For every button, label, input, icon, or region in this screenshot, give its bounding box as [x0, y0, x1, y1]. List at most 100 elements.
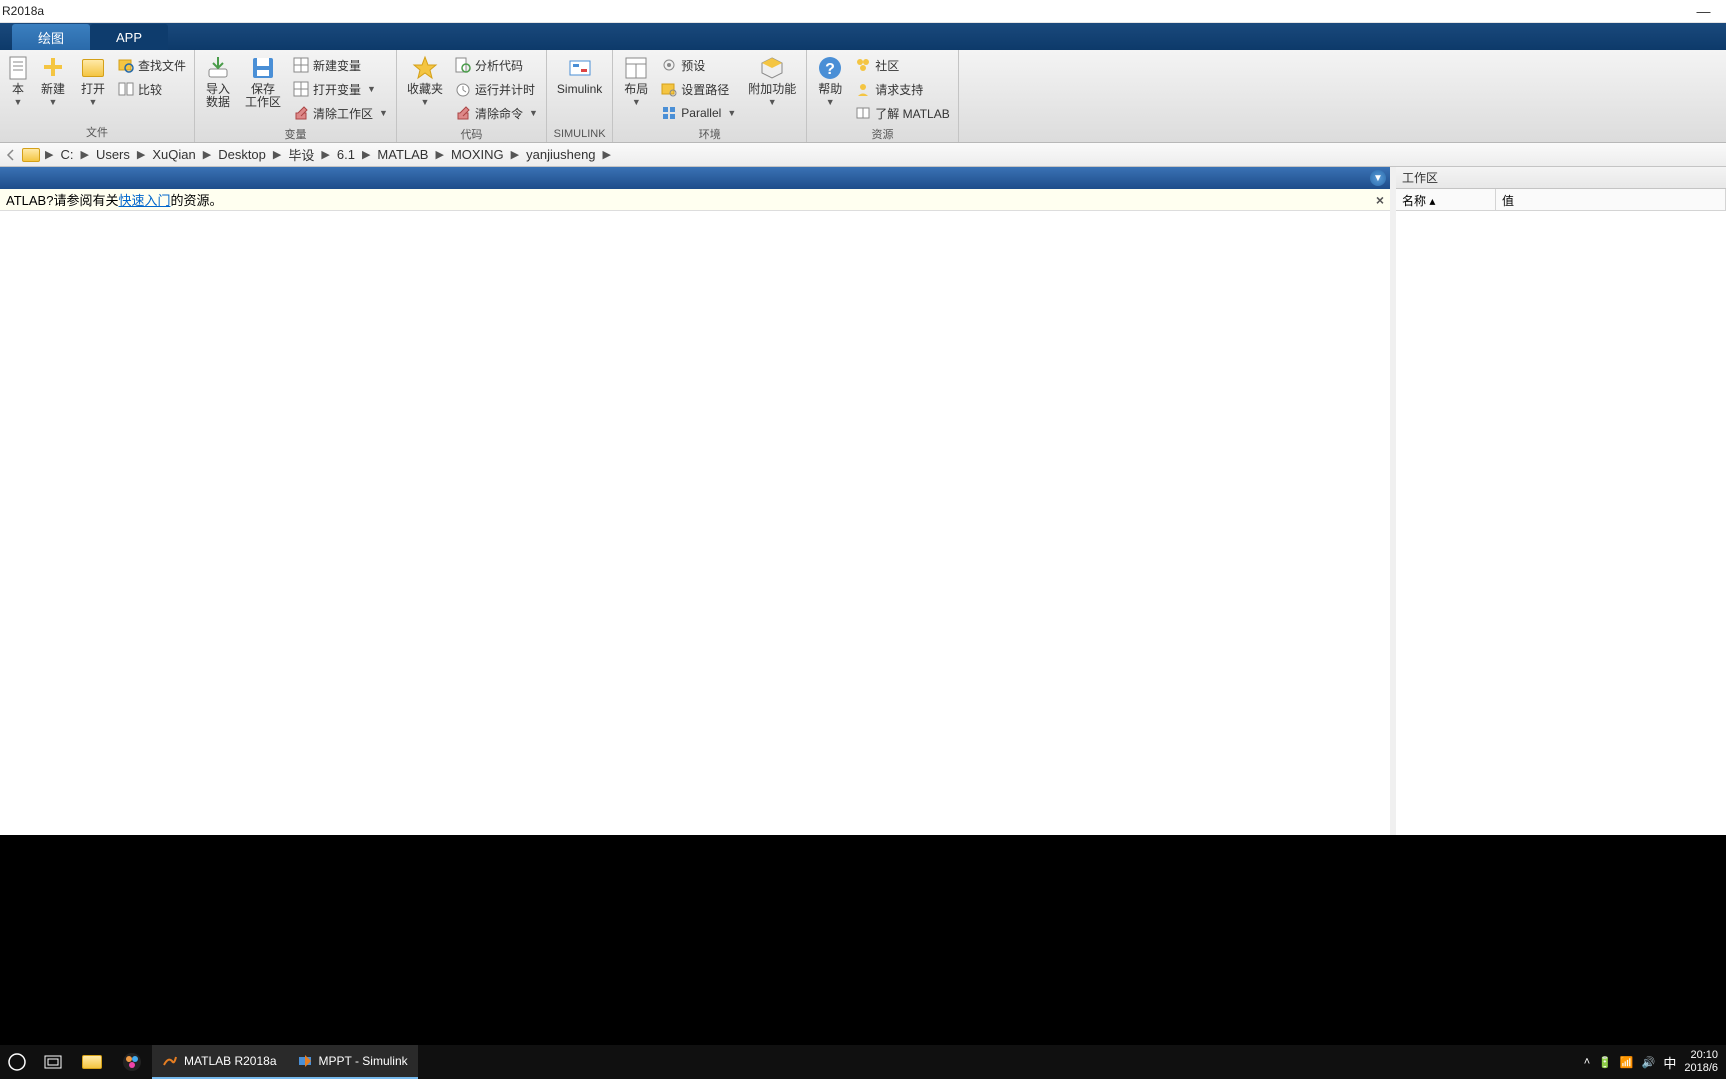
panel-actions-icon[interactable]: ▼: [1370, 170, 1386, 186]
simulink-taskbar-item[interactable]: MPPT - Simulink: [287, 1045, 418, 1079]
path-segment[interactable]: yanjiusheng: [524, 147, 597, 162]
simulink-button[interactable]: Simulink: [551, 53, 608, 98]
task-view-button[interactable]: [34, 1045, 72, 1079]
compare-icon: [118, 81, 134, 97]
path-segment[interactable]: 6.1: [335, 147, 357, 162]
path-separator[interactable]: ▶: [510, 148, 520, 161]
compare-label: 比较: [138, 81, 162, 98]
favorites-button[interactable]: 收藏夹 ▼: [401, 53, 449, 109]
command-window-header[interactable]: ▼: [0, 167, 1390, 189]
clear-commands-button[interactable]: 清除命令 ▼: [451, 101, 542, 125]
import-data-button[interactable]: 导入 数据: [199, 53, 237, 111]
clear-workspace-button[interactable]: 清除工作区 ▼: [289, 101, 392, 125]
path-separator[interactable]: ▶: [320, 148, 330, 161]
find-files-icon: [118, 57, 134, 73]
label: 本: [12, 83, 24, 96]
parallel-icon: [661, 105, 677, 121]
path-segment[interactable]: 毕设: [286, 145, 316, 164]
column-name[interactable]: 名称 ▴: [1396, 189, 1496, 210]
set-path-button[interactable]: 设置路径: [657, 77, 740, 101]
clock[interactable]: 20:10 2018/6: [1684, 1049, 1718, 1075]
current-folder-bar: ▶ C: ▶ Users ▶ XuQian ▶ Desktop ▶ 毕设 ▶ 6…: [0, 143, 1726, 167]
addons-button[interactable]: 附加功能 ▼: [742, 53, 802, 109]
script-button-partial[interactable]: 本 ▼: [4, 53, 32, 109]
tab-app[interactable]: APP: [90, 24, 168, 50]
open-button[interactable]: 打开 ▼: [74, 53, 112, 109]
run-and-time-button[interactable]: 运行并计时: [451, 77, 542, 101]
env-group-label: 环境: [617, 125, 802, 144]
open-variable-button[interactable]: 打开变量 ▼: [289, 77, 392, 101]
workspace-title: 工作区: [1402, 169, 1438, 186]
learn-matlab-button[interactable]: 了解 MATLAB: [851, 101, 953, 125]
new-label: 新建: [41, 83, 65, 96]
save-workspace-button[interactable]: 保存 工作区: [239, 53, 287, 111]
path-separator[interactable]: ▶: [136, 148, 146, 161]
community-icon: [855, 57, 871, 73]
minimize-button[interactable]: —: [1681, 0, 1726, 22]
set-path-icon: [661, 81, 677, 97]
analyze-code-button[interactable]: 分析代码: [451, 53, 542, 77]
quick-start-link[interactable]: 快速入门: [118, 193, 170, 208]
column-value[interactable]: 值: [1496, 189, 1726, 210]
analyze-label: 分析代码: [475, 57, 523, 74]
ime-indicator[interactable]: 中: [1663, 1053, 1676, 1072]
path-segment[interactable]: Desktop: [216, 147, 268, 162]
close-banner-button[interactable]: ×: [1376, 192, 1384, 208]
file-explorer-button[interactable]: [72, 1045, 112, 1079]
app-button[interactable]: [112, 1045, 152, 1079]
folder-icon[interactable]: [22, 148, 40, 162]
preferences-button[interactable]: 预设: [657, 53, 740, 77]
window-titlebar: R2018a —: [0, 0, 1726, 23]
resources-group-label: 资源: [811, 125, 953, 144]
run-time-label: 运行并计时: [475, 81, 535, 98]
volume-icon[interactable]: 🔊: [1642, 1056, 1656, 1069]
chevron-down-icon: ▼: [826, 97, 835, 107]
new-button[interactable]: 新建 ▼: [34, 53, 72, 109]
parallel-button[interactable]: Parallel ▼: [657, 101, 740, 125]
workspace-columns: 名称 ▴ 值: [1396, 189, 1726, 211]
letterbox-bottom: [0, 835, 1726, 1045]
ribbon-group-file: 本 ▼ 新建 ▼ 打开 ▼ 查找文件 比较: [0, 50, 195, 142]
path-segment[interactable]: C:: [58, 147, 75, 162]
layout-button[interactable]: 布局 ▼: [617, 53, 655, 109]
compare-button[interactable]: 比较: [114, 77, 190, 101]
path-separator[interactable]: ▶: [202, 148, 212, 161]
svg-text:?: ?: [825, 61, 835, 78]
save-workspace-icon: [250, 55, 276, 81]
start-button[interactable]: [0, 1045, 34, 1079]
help-button[interactable]: ? 帮助 ▼: [811, 53, 849, 109]
request-support-button[interactable]: 请求支持: [851, 77, 953, 101]
star-icon: [412, 55, 438, 81]
new-variable-button[interactable]: 新建变量: [289, 53, 392, 77]
ribbon-group-resources: ? 帮助 ▼ 社区 请求支持 了解 MATLAB 资源: [807, 50, 958, 142]
path-separator[interactable]: ▶: [79, 148, 89, 161]
matlab-taskbar-item[interactable]: MATLAB R2018a: [152, 1045, 287, 1079]
path-segment[interactable]: XuQian: [150, 147, 197, 162]
back-icon[interactable]: [4, 148, 18, 162]
clock-time: 20:10: [1684, 1049, 1718, 1062]
wifi-icon[interactable]: 📶: [1620, 1056, 1634, 1069]
path-separator[interactable]: ▶: [272, 148, 282, 161]
ribbon-group-code: 收藏夹 ▼ 分析代码 运行并计时 清除命令 ▼ 代码: [397, 50, 547, 142]
path-segment[interactable]: MATLAB: [375, 147, 430, 162]
ribbon-group-variable: 导入 数据 保存 工作区 新建变量 打开变量 ▼ 清除工作区: [195, 50, 397, 142]
path-segment[interactable]: Users: [94, 147, 132, 162]
variable-group-label: 变量: [199, 125, 392, 144]
tray-chevron-icon[interactable]: ˄: [1584, 1056, 1590, 1068]
tab-plot[interactable]: 绘图: [12, 24, 90, 50]
path-separator[interactable]: ▶: [361, 148, 371, 161]
community-button[interactable]: 社区: [851, 53, 953, 77]
save-ws-label: 保存 工作区: [245, 83, 281, 109]
workspace-header[interactable]: 工作区: [1396, 167, 1726, 189]
path-separator: ▶: [44, 148, 54, 161]
path-segment[interactable]: MOXING: [449, 147, 506, 162]
ribbon-group-environment: 布局 ▼ 预设 设置路径 Parallel ▼: [613, 50, 807, 142]
help-label: 帮助: [818, 83, 842, 96]
path-separator[interactable]: ▶: [434, 148, 444, 161]
path-separator[interactable]: ▶: [602, 148, 612, 161]
find-files-button[interactable]: 查找文件: [114, 53, 190, 77]
set-path-label: 设置路径: [681, 81, 729, 98]
gear-icon: [661, 57, 677, 73]
chevron-down-icon: ▼: [14, 97, 23, 107]
battery-icon[interactable]: 🔋: [1598, 1056, 1612, 1069]
